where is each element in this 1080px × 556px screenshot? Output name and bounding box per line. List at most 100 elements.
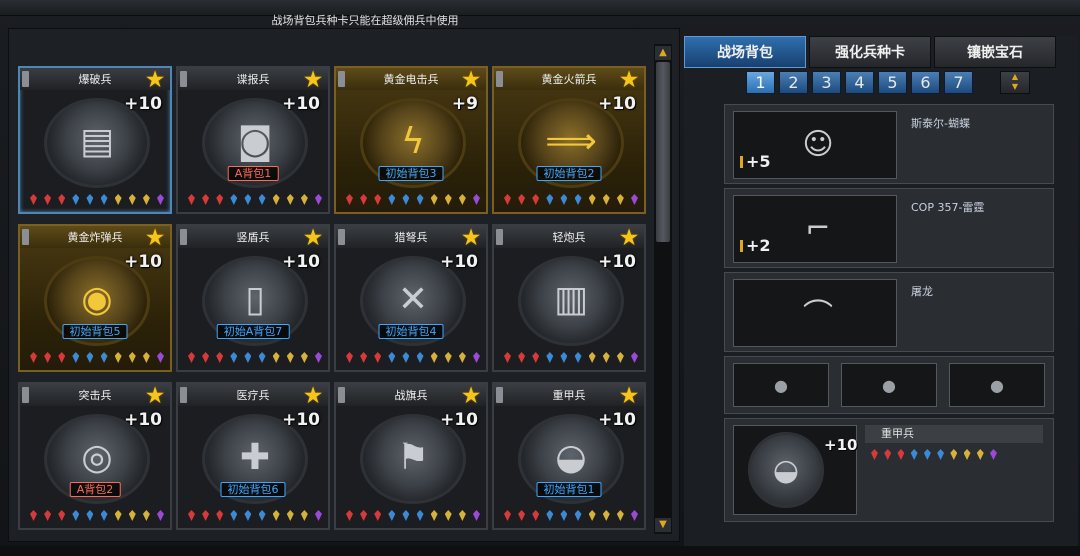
gem-icon xyxy=(560,194,568,205)
gem-icon xyxy=(58,352,66,363)
star-icon: ★ xyxy=(460,225,482,251)
page-button[interactable]: 3 xyxy=(812,71,841,94)
troop-card[interactable]: 猎弩兵 ★ ✕ +10 初始背包4 xyxy=(334,224,488,372)
gem-icon xyxy=(630,352,638,363)
star-icon: ★ xyxy=(618,225,640,251)
gem-icon xyxy=(72,352,80,363)
gem-icon xyxy=(346,510,353,521)
gem-row xyxy=(504,352,638,364)
card-scrollbar[interactable]: ▲ ▼ xyxy=(654,44,672,534)
item-box: ⌒ xyxy=(733,279,897,347)
gem-icon xyxy=(44,352,52,363)
card-slot-marker xyxy=(496,387,503,403)
gem-icon xyxy=(472,194,480,205)
gem-row xyxy=(504,194,638,206)
troop-card[interactable]: 突击兵 ★ ◎ +10 A背包2 xyxy=(18,382,172,530)
troop-card[interactable]: 谍报兵 ★ ◙ +10 A背包1 xyxy=(176,66,330,214)
medkit-icon: ✚ xyxy=(239,436,271,478)
troop-card[interactable]: 黄金火箭兵 ★ ⟹ +10 初始背包2 xyxy=(492,66,646,214)
page-button[interactable]: 7 xyxy=(944,71,973,94)
troop-card-grid: 爆破兵 ★ ▤ +10 谍报兵 ★ ◙ +10 A背包1 黄金电击兵 ★ ϟ +9 初始背包3 黄金火箭兵 ★… xyxy=(18,66,646,540)
equipped-slot-secondary[interactable]: ⌐ +2 COP 357-雷霆 xyxy=(724,188,1054,268)
troop-card[interactable]: 爆破兵 ★ ▤ +10 xyxy=(18,66,172,214)
gem-icon xyxy=(430,194,438,205)
gem-icon xyxy=(286,510,294,521)
troop-card[interactable]: 竖盾兵 ★ ▯ +10 初始A背包7 xyxy=(176,224,330,372)
equipped-slot-melee[interactable]: ⌒ 屠龙 xyxy=(724,272,1054,352)
gem-icon xyxy=(472,352,480,363)
backpack-badge: 初始背包5 xyxy=(62,324,128,339)
card-slot-marker xyxy=(338,229,345,245)
gem-icon xyxy=(360,510,368,521)
gem-icon xyxy=(574,510,582,521)
gem-icon xyxy=(374,352,382,363)
tab-inlay-gem[interactable]: 镶嵌宝石 xyxy=(934,36,1056,68)
tab-battle-backpack[interactable]: 战场背包 xyxy=(684,36,806,68)
card-level: +10 xyxy=(282,410,320,430)
page-button[interactable]: 1 xyxy=(746,71,775,94)
rocket-launcher-icon: ⟹ xyxy=(545,120,597,162)
backpack-badge: 初始背包4 xyxy=(378,324,444,339)
card-slot-marker xyxy=(22,71,29,87)
equipped-slot-primary[interactable]: ☺ +5 斯泰尔-蝴蝶 xyxy=(724,104,1054,184)
grenade-icon[interactable]: ● xyxy=(733,363,829,407)
pager-arrow-buttons[interactable]: ▲ ▼ xyxy=(1000,71,1030,94)
gem-icon xyxy=(923,449,931,460)
troop-card[interactable]: 医疗兵 ★ ✚ +10 初始背包6 xyxy=(176,382,330,530)
card-level: +10 xyxy=(282,252,320,272)
troop-card[interactable]: 黄金炸弹兵 ★ ◉ +10 初始背包5 xyxy=(18,224,172,372)
gem-icon xyxy=(532,352,540,363)
troop-card[interactable]: 轻炮兵 ★ ▥ +10 xyxy=(492,224,646,372)
star-icon: ★ xyxy=(618,383,640,409)
star-icon: ★ xyxy=(144,225,166,251)
gem-icon xyxy=(444,352,452,363)
gem-icon xyxy=(258,194,266,205)
card-slot-marker xyxy=(22,229,29,245)
scroll-thumb[interactable] xyxy=(656,62,670,242)
troop-card[interactable]: 黄金电击兵 ★ ϟ +9 初始背包3 xyxy=(334,66,488,214)
gem-icon xyxy=(300,352,308,363)
gem-icon xyxy=(72,194,80,205)
gem-icon xyxy=(430,510,438,521)
page-button[interactable]: 5 xyxy=(878,71,907,94)
gem-icon xyxy=(630,510,638,521)
smoke-grenade-icon[interactable]: ● xyxy=(949,363,1045,407)
gem-icon xyxy=(314,194,322,205)
gem-row xyxy=(346,194,480,206)
gem-icon xyxy=(314,352,322,363)
gem-icon xyxy=(142,352,150,363)
gem-icon xyxy=(458,510,466,521)
gem-icon xyxy=(44,194,52,205)
crossbow-icon: ✕ xyxy=(397,278,429,320)
gem-row xyxy=(188,194,322,206)
gem-icon xyxy=(910,449,918,460)
gem-icon xyxy=(360,352,368,363)
troop-card[interactable]: 战旗兵 ★ ⚑ +10 xyxy=(334,382,488,530)
page-button[interactable]: 4 xyxy=(845,71,874,94)
troop-card[interactable]: 重甲兵 ★ ◒ +10 初始背包1 xyxy=(492,382,646,530)
page-button[interactable]: 6 xyxy=(911,71,940,94)
equipped-troop-card[interactable]: ◒ +10 重甲兵 xyxy=(724,418,1054,522)
page-button[interactable]: 2 xyxy=(779,71,808,94)
card-slot-marker xyxy=(22,387,29,403)
scroll-down-button[interactable]: ▼ xyxy=(655,518,671,532)
gem-row xyxy=(346,510,480,522)
troop-emblem: ◒ +10 xyxy=(733,425,857,515)
tab-upgrade-card[interactable]: 强化兵种卡 xyxy=(809,36,931,68)
gem-icon xyxy=(188,352,195,363)
troop-level: +10 xyxy=(824,436,858,454)
gem-icon xyxy=(216,510,224,521)
gem-icon xyxy=(346,194,353,205)
gem-icon xyxy=(286,194,294,205)
gem-icon xyxy=(86,194,94,205)
gem-icon xyxy=(44,510,52,521)
gem-row xyxy=(30,194,164,206)
item-count: +2 xyxy=(740,236,771,255)
flash-grenade-icon[interactable]: ● xyxy=(841,363,937,407)
gem-icon xyxy=(518,194,526,205)
star-icon: ★ xyxy=(618,67,640,93)
card-slot-marker xyxy=(496,229,503,245)
card-level: +10 xyxy=(124,252,162,272)
scroll-up-button[interactable]: ▲ xyxy=(655,46,671,60)
gem-icon xyxy=(402,352,410,363)
